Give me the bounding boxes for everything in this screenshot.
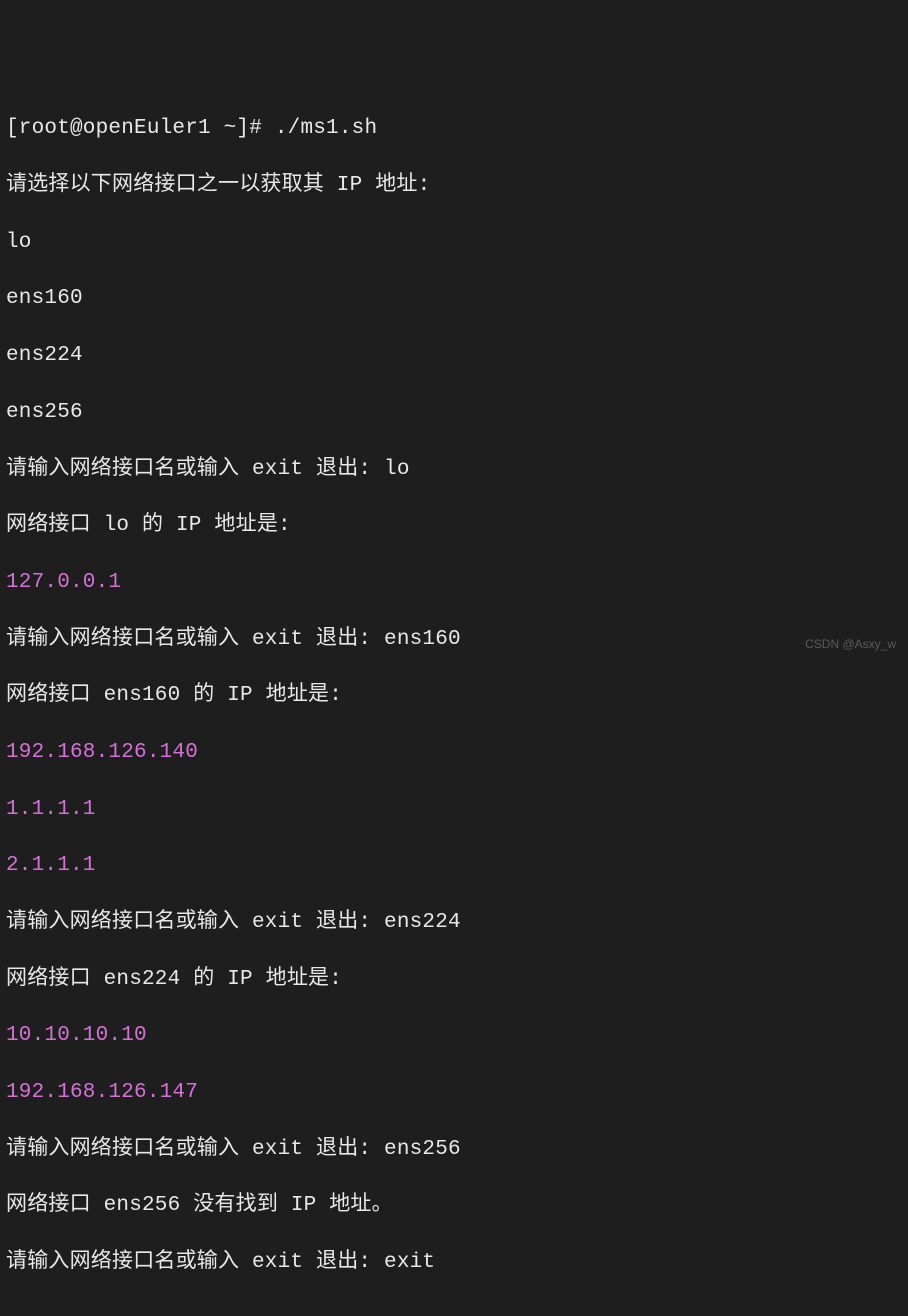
select-prompt-text: 请选择以下网络接口之一以获取其 IP 地址: [6,172,902,200]
interface-option-ens160: ens160 [6,285,902,313]
ip-address-ens160-1: 192.168.126.140 [6,739,902,767]
input-prompt-ens256[interactable]: 请输入网络接口名或输入 exit 退出: ens256 [6,1136,902,1164]
result-header-ens224: 网络接口 ens224 的 IP 地址是: [6,966,902,994]
watermark-text: CSDN @Asxy_w [805,636,896,652]
input-prompt-exit[interactable]: 请输入网络接口名或输入 exit 退出: exit [6,1249,902,1277]
result-header-lo: 网络接口 lo 的 IP 地址是: [6,512,902,540]
result-header-ens160: 网络接口 ens160 的 IP 地址是: [6,682,902,710]
input-prompt-ens160[interactable]: 请输入网络接口名或输入 exit 退出: ens160 [6,626,902,654]
ip-address-ens224-1: 10.10.10.10 [6,1022,902,1050]
ip-address-ens160-3: 2.1.1.1 [6,852,902,880]
interface-option-ens256: ens256 [6,399,902,427]
input-prompt-lo[interactable]: 请输入网络接口名或输入 exit 退出: lo [6,456,902,484]
command-prompt-line[interactable]: [root@openEuler1 ~]# ./ms1.sh [6,115,902,143]
interface-option-lo: lo [6,229,902,257]
input-prompt-ens224[interactable]: 请输入网络接口名或输入 exit 退出: ens224 [6,909,902,937]
ip-address-ens224-2: 192.168.126.147 [6,1079,902,1107]
ip-address-lo-1: 127.0.0.1 [6,569,902,597]
ip-address-ens160-2: 1.1.1.1 [6,796,902,824]
result-notfound-ens256: 网络接口 ens256 没有找到 IP 地址。 [6,1192,902,1220]
interface-option-ens224: ens224 [6,342,902,370]
